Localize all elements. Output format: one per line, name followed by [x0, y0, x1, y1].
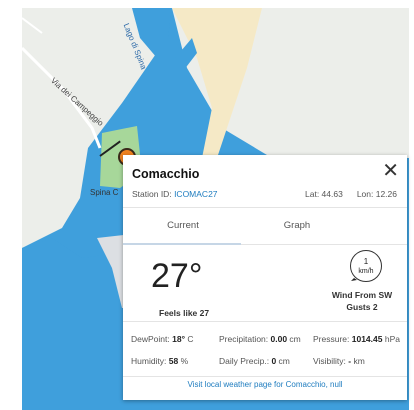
wind-summary: Wind From SW Gusts 2	[319, 289, 405, 313]
station-popup: Comacchio ✕ Station ID: ICOMAC27 Lat: 44…	[123, 155, 407, 400]
precipitation: Precipitation: 0.00 cm	[219, 334, 301, 344]
station-id-label: Station ID:	[132, 189, 175, 199]
dewpoint: DewPoint: 18° C	[131, 334, 194, 344]
visibility: Visibility: - km	[313, 356, 365, 366]
local-weather-link[interactable]: Visit local weather page for Comacchio, …	[123, 380, 407, 389]
latitude: Lat: 44.63	[305, 189, 343, 199]
current-temperature: 27°	[151, 257, 203, 295]
pressure: Pressure: 1014.45 hPa	[313, 334, 400, 344]
station-id-link[interactable]: ICOMAC27	[174, 189, 217, 199]
map-label-place: Spina C	[90, 188, 119, 197]
coordinates: Lat: 44.63 Lon: 12.26	[291, 189, 397, 199]
tab-current[interactable]: Current	[123, 208, 243, 243]
wind-direction: Wind From SW	[331, 290, 393, 300]
active-tab-indicator	[123, 243, 241, 245]
details-grid: DewPoint: 18° C Precipitation: 0.00 cm P…	[123, 321, 407, 377]
wind-compass-icon: 1 km/h	[350, 250, 382, 282]
wind-gusts: Gusts 2	[346, 302, 378, 312]
tab-graph[interactable]: Graph	[237, 208, 357, 243]
feels-like: Feels like 27	[159, 308, 210, 318]
daily-precipitation: Daily Precip.: 0 cm	[219, 356, 290, 366]
longitude: Lon: 12.26	[356, 189, 397, 199]
popup-title: Comacchio	[132, 167, 200, 181]
close-icon[interactable]: ✕	[382, 161, 399, 181]
wind-unit: km/h	[358, 268, 373, 275]
wind-speed: 1	[364, 257, 369, 266]
station-id-row: Station ID: ICOMAC27	[132, 189, 218, 199]
humidity: Humidity: 58 %	[131, 356, 189, 366]
popup-tabs: Current Graph	[123, 207, 407, 245]
